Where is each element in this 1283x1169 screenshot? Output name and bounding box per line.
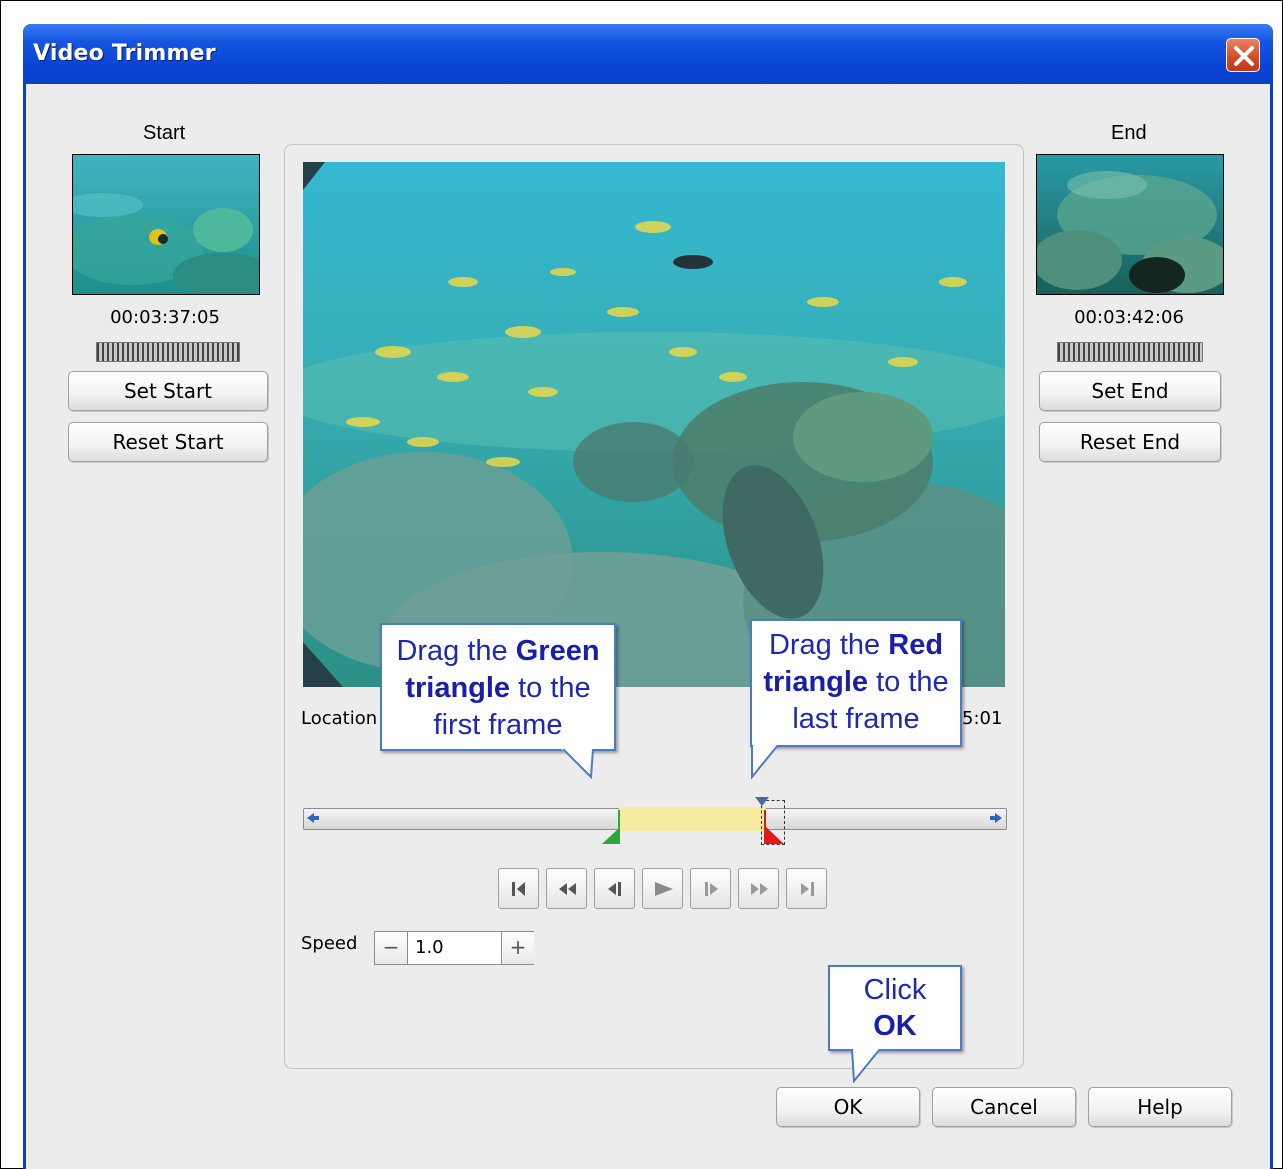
preview-panel: Location 5:01 Speed − 1.0 +	[284, 144, 1024, 1069]
red-callout-triangle: triangle	[763, 666, 869, 698]
set-start-button[interactable]: Set Start	[68, 371, 268, 411]
go-to-end-button[interactable]	[786, 868, 827, 909]
location-label: Location	[301, 708, 378, 729]
close-button[interactable]	[1226, 38, 1260, 72]
red-callout-line3: last frame	[792, 703, 920, 735]
speed-decrease-button[interactable]: −	[375, 932, 408, 964]
play-icon	[655, 882, 673, 896]
green-callout-line2: triangle to the	[382, 670, 614, 707]
end-timecode: 00:03:42:06	[1074, 307, 1184, 328]
end-jog-shuttle[interactable]	[1057, 342, 1203, 362]
red-callout-line1: Drag the Red	[752, 627, 960, 664]
set-end-button[interactable]: Set End	[1039, 371, 1221, 411]
red-triangle-callout: Drag the Red triangle to the last frame	[750, 619, 962, 747]
reset-start-button[interactable]: Reset Start	[68, 422, 268, 462]
play-button[interactable]	[642, 868, 683, 909]
step-back-icon	[608, 882, 621, 896]
trim-selection-range	[619, 807, 766, 831]
location-time: 5:01	[962, 708, 1003, 729]
green-callout-line3: first frame	[433, 709, 563, 741]
timeline-left-arrow-icon[interactable]	[305, 810, 321, 826]
green-triangle-callout: Drag the Green triangle to the first fra…	[380, 623, 616, 751]
red-callout-pre: Drag the	[768, 629, 889, 661]
ok-callout-line1: Click	[863, 974, 927, 1006]
reset-end-button[interactable]: Reset End	[1039, 422, 1221, 462]
ok-callout-pointer	[851, 1049, 881, 1083]
ok-callout-bold: OK	[873, 1010, 917, 1042]
go-to-start-button[interactable]	[498, 868, 539, 909]
green-callout-line1: Drag the Green	[382, 633, 614, 670]
red-callout-bold: Red	[888, 629, 944, 661]
red-callout-post: to the	[868, 666, 949, 698]
step-back-button[interactable]	[594, 868, 635, 909]
video-preview	[303, 162, 1005, 687]
start-frame-thumbnail	[72, 154, 260, 295]
step-forward-icon	[705, 882, 718, 896]
fast-forward-icon	[751, 883, 768, 895]
title-bar[interactable]: Video Trimmer	[23, 24, 1273, 84]
start-heading: Start	[143, 122, 186, 144]
step-forward-button[interactable]	[690, 868, 731, 909]
speed-input[interactable]: 1.0	[415, 932, 499, 964]
go-to-start-icon	[512, 882, 525, 896]
go-to-end-icon	[801, 882, 814, 896]
click-ok-callout: Click OK	[828, 965, 962, 1051]
green-callout-post: to the	[510, 672, 591, 704]
green-callout-pre: Drag the	[396, 635, 516, 667]
speed-increase-button[interactable]: +	[501, 932, 534, 964]
end-heading: End	[1111, 122, 1147, 144]
green-callout-triangle: triangle	[405, 672, 511, 704]
end-frame-thumbnail	[1036, 154, 1224, 295]
fast-forward-button[interactable]	[738, 868, 779, 909]
red-callout-line2: triangle to the	[752, 664, 960, 701]
start-jog-shuttle[interactable]	[96, 342, 240, 362]
ok-button[interactable]: OK	[776, 1087, 920, 1127]
dialog-client-area: Start 00:03:37:05 Set Start Reset Start …	[26, 84, 1270, 1169]
help-button[interactable]: Help	[1088, 1087, 1232, 1127]
speed-label: Speed	[301, 933, 358, 954]
red-end-marker-icon[interactable]	[763, 810, 785, 844]
red-callout-pointer	[751, 745, 779, 779]
start-timecode: 00:03:37:05	[110, 307, 220, 328]
green-start-marker-icon[interactable]	[601, 810, 621, 844]
playhead-marker-icon[interactable]	[755, 797, 769, 807]
cancel-button[interactable]: Cancel	[932, 1087, 1076, 1127]
green-callout-bold: Green	[515, 635, 600, 667]
green-callout-pointer	[561, 749, 594, 779]
video-trimmer-window: Video Trimmer Start 00:03:37:05 Set Star…	[23, 24, 1273, 1169]
speed-stepper: − 1.0 +	[374, 931, 534, 965]
close-icon	[1234, 46, 1254, 66]
rewind-button[interactable]	[546, 868, 587, 909]
rewind-icon	[559, 883, 576, 895]
timeline-right-arrow-icon[interactable]	[988, 810, 1004, 826]
window-title: Video Trimmer	[33, 41, 216, 66]
